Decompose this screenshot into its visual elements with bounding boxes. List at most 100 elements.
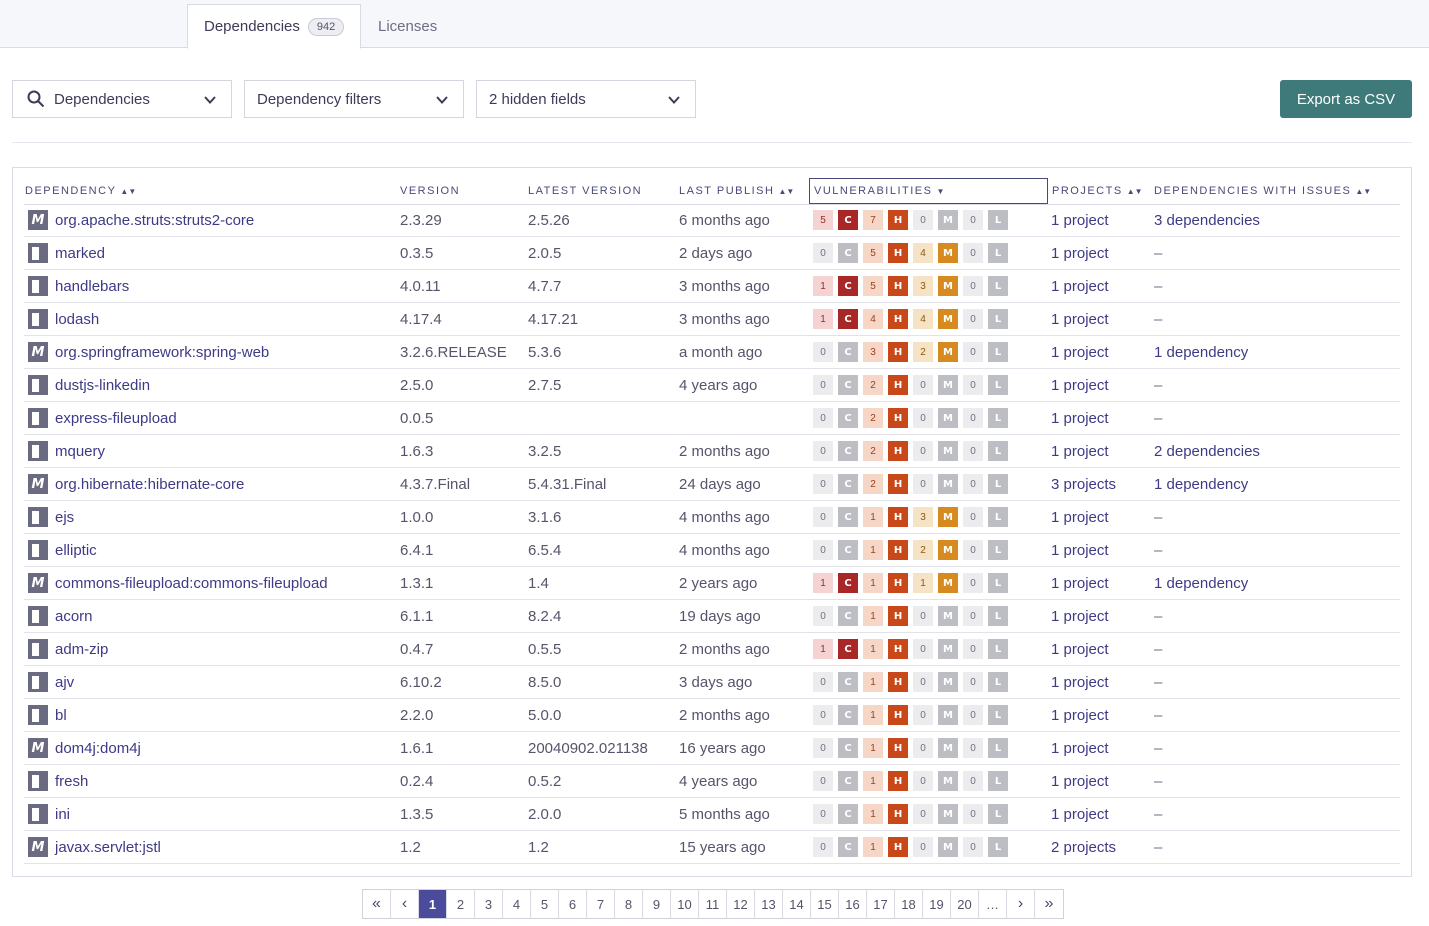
dependencies-search-dropdown[interactable]: Dependencies	[12, 80, 232, 118]
dependency-link[interactable]: org.apache.struts:struts2-core	[55, 212, 254, 229]
table-row[interactable]: acorn 6.1.1 8.2.4 19 days ago 0 C 1 H 0 M 0 L 1 proj…	[24, 600, 1400, 633]
dependency-filters-dropdown[interactable]: Dependency filters	[244, 80, 464, 118]
first-page-button[interactable]: «	[363, 890, 391, 918]
table-row[interactable]: dustjs-linkedin 2.5.0 2.7.5 4 years ago 0 C 2 H…	[24, 369, 1400, 402]
dependency-link[interactable]: handlebars	[55, 278, 129, 295]
dependency-link[interactable]: elliptic	[55, 542, 97, 559]
table-row[interactable]: lodash 4.17.4 4.17.21 3 months ago 1 C 4 H 4 M 0 L 1…	[24, 303, 1400, 336]
next-page-button[interactable]: ›	[1007, 890, 1035, 918]
table-row[interactable]: Mdom4j:dom4j 1.6.1 20040902.021138 16 years…	[24, 732, 1400, 765]
table-row[interactable]: ejs 1.0.0 3.1.6 4 months ago 0 C 1 H 3 M 0 L 1 proje…	[24, 501, 1400, 534]
projects-link[interactable]: 1 project	[1051, 567, 1109, 599]
projects-link[interactable]: 1 project	[1051, 204, 1109, 236]
dependency-link[interactable]: express-fileupload	[55, 410, 177, 427]
dependency-link[interactable]: acorn	[55, 608, 93, 625]
dependency-link[interactable]: ini	[55, 806, 70, 823]
page-button-15[interactable]: 15	[811, 890, 839, 918]
table-row[interactable]: Morg.hibernate:hibernate-core 4.3.7.Final…	[24, 468, 1400, 501]
dependency-link[interactable]: javax.servlet:jstl	[55, 839, 161, 856]
tab-dependencies[interactable]: Dependencies 942	[187, 4, 361, 49]
projects-link[interactable]: 1 project	[1051, 666, 1109, 698]
page-button-7[interactable]: 7	[587, 890, 615, 918]
projects-link[interactable]: 2 projects	[1051, 831, 1116, 863]
table-row[interactable]: elliptic 6.4.1 6.5.4 4 months ago 0 C 1 H 2 M 0 L 1 …	[24, 534, 1400, 567]
page-button-16[interactable]: 16	[839, 890, 867, 918]
dependency-link[interactable]: bl	[55, 707, 67, 724]
dependency-link[interactable]: marked	[55, 245, 105, 262]
page-button-8[interactable]: 8	[615, 890, 643, 918]
page-button-14[interactable]: 14	[783, 890, 811, 918]
table-row[interactable]: express-fileupload 0.0.5 0 C 2 H 0 M 0 L 1 project…	[24, 402, 1400, 435]
export-csv-button[interactable]: Export as CSV	[1280, 80, 1412, 118]
table-row[interactable]: mquery 1.6.3 3.2.5 2 months ago 0 C 2 H 0 M 0 L 1 pr…	[24, 435, 1400, 468]
projects-link[interactable]: 1 project	[1051, 732, 1109, 764]
hidden-fields-dropdown[interactable]: 2 hidden fields	[476, 80, 696, 118]
pagination-ellipsis[interactable]: …	[979, 890, 1007, 918]
dependency-link[interactable]: ejs	[55, 509, 74, 526]
page-button-13[interactable]: 13	[755, 890, 783, 918]
dependency-link[interactable]: commons-fileupload:commons-fileupload	[55, 575, 328, 592]
projects-link[interactable]: 1 project	[1051, 534, 1109, 566]
table-row[interactable]: ini 1.3.5 2.0.0 5 months ago 0 C 1 H 0 M 0 L 1 proje…	[24, 798, 1400, 831]
page-button-19[interactable]: 19	[923, 890, 951, 918]
column-header-dependency[interactable]: Dependency ▲▼	[25, 178, 136, 204]
projects-link[interactable]: 1 project	[1051, 369, 1109, 401]
dependency-link[interactable]: fresh	[55, 773, 88, 790]
table-row[interactable]: Morg.springframework:spring-web 3.2.6.REL…	[24, 336, 1400, 369]
page-button-3[interactable]: 3	[475, 890, 503, 918]
table-row[interactable]: fresh 0.2.4 0.5.2 4 years ago 0 C 1 H 0 M 0 L 1 proj…	[24, 765, 1400, 798]
dependency-link[interactable]: lodash	[55, 311, 99, 328]
dependencies-with-issues-link[interactable]: 2 dependencies	[1154, 435, 1260, 467]
projects-link[interactable]: 1 project	[1051, 633, 1109, 665]
page-button-17[interactable]: 17	[867, 890, 895, 918]
dependency-link[interactable]: org.hibernate:hibernate-core	[55, 476, 244, 493]
projects-link[interactable]: 1 project	[1051, 402, 1109, 434]
projects-link[interactable]: 1 project	[1051, 798, 1109, 830]
page-button-12[interactable]: 12	[727, 890, 755, 918]
dependency-link[interactable]: mquery	[55, 443, 105, 460]
previous-page-button[interactable]: ‹	[391, 890, 419, 918]
tab-licenses[interactable]: Licenses	[378, 4, 437, 48]
dependencies-with-issues-link[interactable]: 1 dependency	[1154, 567, 1248, 599]
projects-link[interactable]: 1 project	[1051, 270, 1109, 302]
table-row[interactable]: handlebars 4.0.11 4.7.7 3 months ago 1 C 5 H 3 M 0…	[24, 270, 1400, 303]
page-button-10[interactable]: 10	[671, 890, 699, 918]
page-button-4[interactable]: 4	[503, 890, 531, 918]
dependencies-with-issues-link[interactable]: 3 dependencies	[1154, 204, 1260, 236]
page-button-6[interactable]: 6	[559, 890, 587, 918]
table-row[interactable]: adm-zip 0.4.7 0.5.5 2 months ago 1 C 1 H 0 M 0 L 1 p…	[24, 633, 1400, 666]
projects-link[interactable]: 1 project	[1051, 237, 1109, 269]
page-button-9[interactable]: 9	[643, 890, 671, 918]
page-button-2[interactable]: 2	[447, 890, 475, 918]
dependency-link[interactable]: ajv	[55, 674, 74, 691]
dependency-link[interactable]: org.springframework:spring-web	[55, 344, 269, 361]
projects-link[interactable]: 1 project	[1051, 435, 1109, 467]
projects-link[interactable]: 1 project	[1051, 600, 1109, 632]
projects-link[interactable]: 1 project	[1051, 765, 1109, 797]
projects-link[interactable]: 3 projects	[1051, 468, 1116, 500]
page-button-11[interactable]: 11	[699, 890, 727, 918]
table-row[interactable]: marked 0.3.5 2.0.5 2 days ago 0 C 5 H 4 M 0 L 1 proj…	[24, 237, 1400, 270]
table-row[interactable]: Mjavax.servlet:jstl 1.2 1.2 15 years ago 0 C 1…	[24, 831, 1400, 864]
projects-link[interactable]: 1 project	[1051, 303, 1109, 335]
page-button-1[interactable]: 1	[419, 890, 447, 918]
column-header-projects[interactable]: Projects ▲▼	[1052, 178, 1143, 204]
dependencies-with-issues-link[interactable]: 1 dependency	[1154, 336, 1248, 368]
dependencies-with-issues-link[interactable]: 1 dependency	[1154, 468, 1248, 500]
table-row[interactable]: Mcommons-fileupload:commons-fileupload 1.…	[24, 567, 1400, 600]
table-row[interactable]: bl 2.2.0 5.0.0 2 months ago 0 C 1 H 0 M 0 L 1 projec…	[24, 699, 1400, 732]
column-header-vulnerabilities[interactable]: Vulnerabilities ▼	[809, 178, 1048, 204]
page-button-20[interactable]: 20	[951, 890, 979, 918]
projects-link[interactable]: 1 project	[1051, 699, 1109, 731]
column-header-dependencies-with-issues[interactable]: Dependencies with issues ▲▼	[1154, 178, 1371, 204]
table-row[interactable]: ajv 6.10.2 8.5.0 3 days ago 0 C 1 H 0 M 0 L 1 projec…	[24, 666, 1400, 699]
projects-link[interactable]: 1 project	[1051, 336, 1109, 368]
page-button-18[interactable]: 18	[895, 890, 923, 918]
column-header-last-publish[interactable]: Last publish ▲▼	[679, 178, 794, 204]
projects-link[interactable]: 1 project	[1051, 501, 1109, 533]
dependency-link[interactable]: dom4j:dom4j	[55, 740, 141, 757]
table-row[interactable]: Morg.apache.struts:struts2-core 2.3.29 2.5…	[24, 204, 1400, 237]
dependency-link[interactable]: dustjs-linkedin	[55, 377, 150, 394]
last-page-button[interactable]: »	[1035, 890, 1063, 918]
dependency-link[interactable]: adm-zip	[55, 641, 108, 658]
